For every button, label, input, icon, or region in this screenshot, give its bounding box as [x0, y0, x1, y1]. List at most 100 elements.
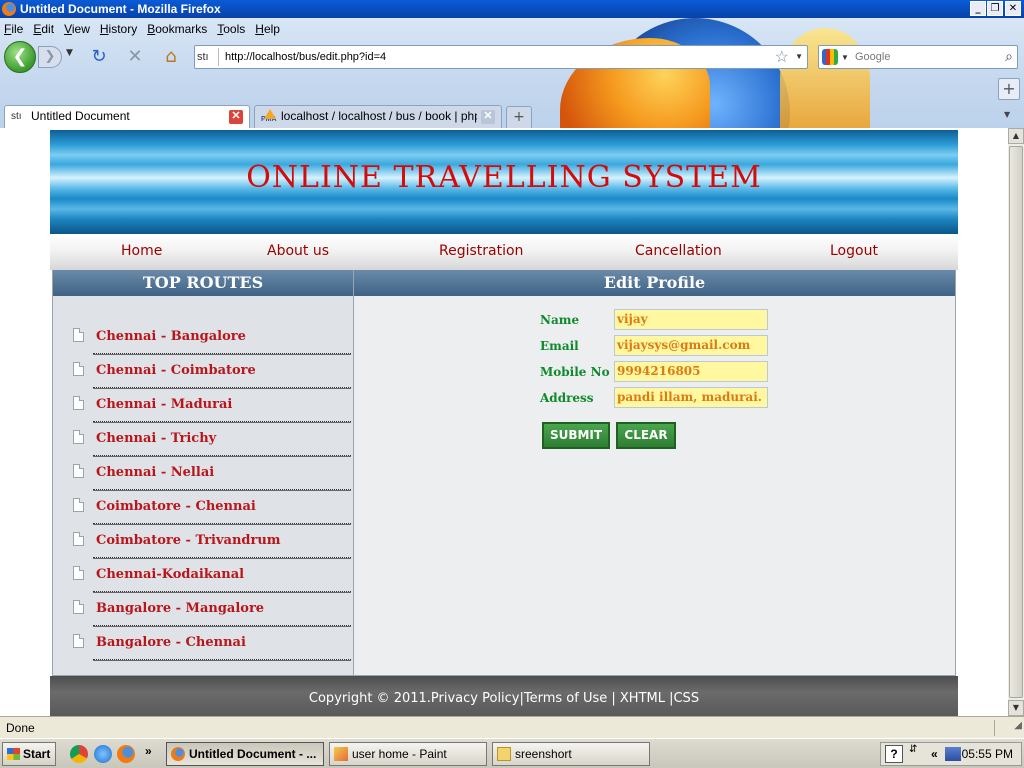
taskbar-button-label: user home - Paint	[352, 747, 447, 761]
route-link[interactable]: Chennai - Coimbatore	[96, 363, 256, 378]
taskbar-paint-button[interactable]: user home - Paint	[329, 742, 487, 766]
menu-bookmarks[interactable]: Bookmarks	[143, 20, 211, 38]
document-icon	[73, 498, 84, 512]
route-item: Chennai - Madurai	[53, 390, 353, 424]
search-magnifier-icon[interactable]: ⌕	[1005, 48, 1013, 65]
start-button[interactable]: Start	[2, 742, 56, 766]
maximize-button[interactable]: ❐	[987, 1, 1003, 16]
site-footer: Copyright © 2011.Privacy Policy|Terms of…	[50, 676, 958, 716]
window-titlebar: Untitled Document - Mozilla Firefox _ ❐ …	[0, 0, 1024, 18]
menu-help[interactable]: Help	[251, 20, 284, 38]
stop-icon[interactable]: ✕	[124, 46, 146, 68]
vertical-scrollbar[interactable]: ▲ ▼	[1008, 128, 1024, 716]
menu-edit[interactable]: Edit	[29, 20, 58, 38]
nav-logout[interactable]: Logout	[830, 243, 878, 259]
window-title: Untitled Document - Mozilla Firefox	[20, 2, 221, 16]
help-icon[interactable]: ?	[885, 745, 903, 763]
network-icon[interactable]	[945, 747, 961, 761]
route-link[interactable]: Bangalore - Chennai	[96, 635, 246, 650]
taskbar-folder-button[interactable]: sreenshort	[492, 742, 650, 766]
search-engine-dropdown-icon[interactable]: ▼	[841, 53, 849, 62]
close-window-button[interactable]: ✕	[1005, 1, 1021, 16]
edit-profile-panel: Edit Profile Name vijay Email vijaysys@g…	[354, 270, 956, 676]
folder-icon	[497, 747, 511, 761]
nav-registration[interactable]: Registration	[439, 243, 523, 259]
search-bar[interactable]: ▼ Google ⌕	[818, 45, 1018, 69]
submit-button[interactable]: SUBMIT	[542, 422, 610, 449]
nav-cancellation[interactable]: Cancellation	[635, 243, 722, 259]
menu-tools[interactable]: Tools	[213, 20, 249, 38]
new-tab-side-button[interactable]: +	[998, 78, 1020, 100]
clear-button[interactable]: CLEAR	[616, 422, 676, 449]
document-icon	[73, 396, 84, 410]
tab-untitled-document[interactable]: stı Untitled Document ✕	[4, 105, 250, 128]
scrollbar-thumb[interactable]	[1009, 146, 1023, 698]
tab-label: localhost / localhost / bus / book | php…	[281, 109, 477, 123]
nav-home[interactable]: Home	[121, 243, 162, 259]
document-icon	[73, 532, 84, 546]
nav-about-us[interactable]: About us	[267, 243, 329, 259]
bookmark-star-icon[interactable]: ☆	[775, 47, 789, 67]
tab-phpmyadmin[interactable]: PMA localhost / localhost / bus / book |…	[254, 105, 502, 128]
route-item: Chennai - Trichy	[53, 424, 353, 458]
route-link[interactable]: Bangalore - Mangalore	[96, 601, 264, 616]
route-item: Chennai - Bangalore	[53, 322, 353, 356]
url-input[interactable]: http://localhost/bus/edit.php?id=4	[225, 51, 386, 63]
menu-history[interactable]: History	[96, 20, 141, 38]
address-field[interactable]: pandi illam, madurai.	[614, 387, 768, 408]
form-row-mobile: Mobile No 9994216805	[540, 360, 800, 386]
tab-close-icon[interactable]: ✕	[481, 110, 495, 124]
url-dropdown-icon[interactable]: ▼	[795, 52, 803, 61]
mobile-field[interactable]: 9994216805	[614, 361, 768, 382]
minimize-button[interactable]: _	[970, 1, 986, 16]
clock: 05:55 PM	[961, 747, 1013, 761]
quicklaunch-more-icon[interactable]: »	[145, 744, 152, 758]
back-button[interactable]: ❮	[4, 41, 36, 73]
name-label: Name	[540, 313, 580, 327]
forward-arrow-icon: ❯	[44, 49, 56, 64]
tray-arrows-icon[interactable]: ⇵	[909, 744, 917, 755]
chrome-quicklaunch-icon[interactable]	[70, 745, 88, 763]
ie-quicklaunch-icon[interactable]	[94, 745, 112, 763]
edit-profile-heading: Edit Profile	[354, 270, 955, 296]
menu-file[interactable]: File	[0, 20, 27, 38]
site-identity-icon[interactable]: stı	[197, 48, 219, 66]
history-dropdown-icon[interactable]: ▼	[66, 48, 73, 58]
google-engine-icon[interactable]	[822, 49, 838, 65]
status-bar: Done ◢	[0, 716, 1024, 738]
tab-close-icon[interactable]: ✕	[229, 110, 243, 124]
form-row-name: Name vijay	[540, 308, 800, 334]
route-link[interactable]: Chennai - Madurai	[96, 397, 232, 412]
route-link[interactable]: Chennai - Trichy	[96, 431, 216, 446]
status-resize-grip-icon[interactable]: ◢	[994, 720, 1022, 736]
route-link[interactable]: Chennai - Nellai	[96, 465, 214, 480]
route-item: Coimbatore - Trivandrum	[53, 526, 353, 560]
document-icon	[73, 566, 84, 580]
route-link[interactable]: Chennai - Bangalore	[96, 329, 246, 344]
route-link[interactable]: Coimbatore - Trivandrum	[96, 533, 281, 548]
taskbar-firefox-button[interactable]: Untitled Document - ...	[166, 742, 324, 766]
home-icon[interactable]: ⌂	[160, 46, 182, 68]
document-icon	[73, 362, 84, 376]
route-link[interactable]: Chennai-Kodaikanal	[96, 567, 244, 582]
document-icon	[73, 634, 84, 648]
route-item: Chennai-Kodaikanal	[53, 560, 353, 594]
scroll-up-icon[interactable]: ▲	[1008, 128, 1024, 144]
route-link[interactable]: Coimbatore - Chennai	[96, 499, 256, 514]
url-bar[interactable]: stı http://localhost/bus/edit.php?id=4 ☆…	[194, 45, 808, 69]
search-input[interactable]: Google	[855, 51, 890, 63]
reload-icon[interactable]: ↻	[88, 46, 110, 68]
tray-expand-icon[interactable]: «	[931, 747, 938, 761]
tab-favicon: stı	[11, 111, 22, 122]
name-field[interactable]: vijay	[614, 309, 768, 330]
scroll-down-icon[interactable]: ▼	[1008, 700, 1024, 716]
email-field[interactable]: vijaysys@gmail.com	[614, 335, 768, 356]
menu-view[interactable]: View	[60, 20, 94, 38]
new-tab-button[interactable]: +	[506, 106, 532, 128]
firefox-logo-icon	[2, 2, 16, 16]
route-item: Bangalore - Mangalore	[53, 594, 353, 628]
site-nav: Home About us Registration Cancellation …	[50, 234, 958, 270]
route-item: Coimbatore - Chennai	[53, 492, 353, 526]
firefox-quicklaunch-icon[interactable]	[117, 745, 135, 763]
forward-button[interactable]: ❯	[38, 46, 62, 68]
